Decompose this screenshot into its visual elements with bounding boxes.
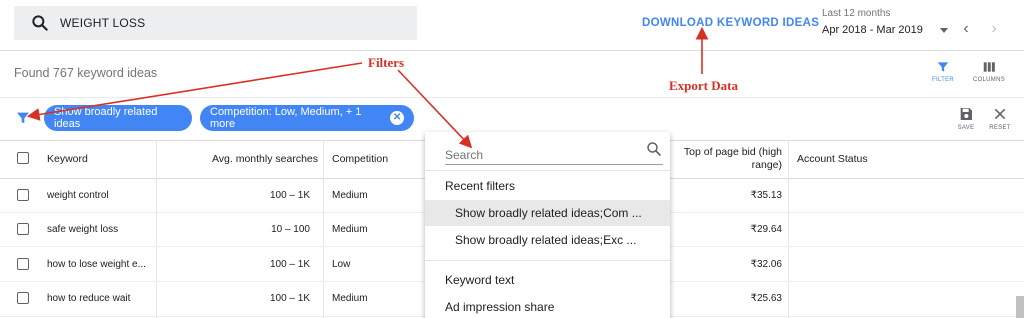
bid-cell: ₹35.13 — [750, 190, 782, 201]
filter-option-keyword-text[interactable]: Keyword text — [425, 267, 670, 293]
input-underline — [445, 164, 663, 165]
close-icon — [994, 108, 1006, 120]
divider — [0, 97, 1024, 98]
search-icon — [32, 15, 48, 31]
keyword-planner-screen: WEIGHT LOSS DOWNLOAD KEYWORD IDEAS Last … — [0, 0, 1024, 318]
keyword-cell: how to reduce wait — [47, 293, 131, 304]
row-checkbox[interactable] — [17, 223, 29, 235]
recent-filter-item[interactable]: Show broadly related ideas;Com ... — [425, 200, 670, 226]
filter-button[interactable]: FILTER — [928, 60, 958, 83]
save-icon — [960, 108, 972, 120]
search-icon[interactable] — [645, 140, 663, 158]
column-header-avg-searches[interactable]: Avg. monthly searches — [160, 140, 318, 178]
searches-cell: 10 – 100 — [271, 224, 310, 235]
results-count: Found 767 keyword ideas — [14, 66, 158, 80]
filter-search-input[interactable] — [445, 144, 655, 166]
keyword-cell: safe weight loss — [47, 224, 119, 235]
row-checkbox[interactable] — [17, 189, 29, 201]
row-checkbox[interactable] — [17, 292, 29, 304]
divider — [425, 260, 670, 261]
recent-filters-heading: Recent filters — [445, 179, 516, 193]
search-value: WEIGHT LOSS — [60, 16, 146, 30]
searches-cell: 100 – 1K — [269, 293, 310, 304]
bid-cell: ₹25.63 — [750, 293, 782, 304]
dropdown-arrow-icon[interactable] — [940, 28, 948, 33]
bid-cell: ₹32.06 — [750, 259, 782, 270]
column-header-competition[interactable]: Competition — [332, 140, 388, 178]
close-icon[interactable]: ✕ — [390, 111, 404, 125]
filter-option-ad-impression-share[interactable]: Ad impression share — [425, 294, 670, 318]
column-divider — [323, 140, 324, 318]
competition-cell: Medium — [332, 293, 368, 304]
reset-label: RESET — [989, 125, 1011, 131]
date-range-select[interactable]: Apr 2018 - Mar 2019 — [822, 24, 923, 36]
annotation-export-data: Export Data — [669, 78, 738, 93]
divider — [0, 50, 1024, 51]
filter-chip-broad-ideas[interactable]: Show broadly related ideas — [44, 105, 192, 131]
recent-filter-item[interactable]: Show broadly related ideas;Exc ... — [425, 227, 670, 253]
competition-cell: Medium — [332, 224, 368, 235]
divider — [425, 170, 670, 171]
download-keyword-ideas-link[interactable]: DOWNLOAD KEYWORD IDEAS — [642, 17, 819, 29]
filter-label: FILTER — [931, 77, 955, 83]
competition-cell: Medium — [332, 190, 368, 201]
columns-button[interactable]: COLUMNS — [970, 60, 1008, 83]
bid-cell: ₹29.64 — [750, 224, 782, 235]
scrollbar[interactable] — [1016, 296, 1024, 318]
date-range-label: Last 12 months — [822, 8, 891, 19]
keyword-search-box[interactable]: WEIGHT LOSS — [14, 6, 417, 40]
column-divider — [788, 140, 789, 318]
chevron-right-icon[interactable]: › — [986, 20, 1002, 38]
funnel-icon — [937, 62, 949, 72]
annotation-filters: Filters — [368, 55, 405, 70]
column-header-keyword[interactable]: Keyword — [47, 140, 88, 178]
column-header-account-status[interactable]: Account Status — [797, 140, 868, 178]
filter-funnel-icon[interactable] — [15, 110, 31, 126]
filter-dropdown-panel: Recent filters Show broadly related idea… — [425, 132, 670, 318]
chip-label: Show broadly related ideas — [54, 106, 158, 130]
reset-button[interactable]: RESET — [986, 106, 1014, 131]
select-all-checkbox[interactable] — [17, 152, 29, 164]
column-header-top-bid[interactable]: Top of page bid (high range) — [674, 140, 782, 178]
filter-chip-competition[interactable]: Competition: Low, Medium, + 1 more ✕ — [200, 105, 414, 131]
keyword-cell: how to lose weight e... — [47, 259, 146, 270]
column-divider — [156, 140, 157, 318]
competition-cell: Low — [332, 259, 351, 270]
save-button[interactable]: SAVE — [954, 106, 978, 131]
searches-cell: 100 – 1K — [269, 259, 310, 270]
save-label: SAVE — [957, 125, 975, 131]
keyword-cell: weight control — [47, 190, 109, 201]
columns-label: COLUMNS — [972, 77, 1006, 83]
chip-label: Competition: Low, Medium, + 1 more — [210, 106, 362, 130]
columns-icon — [983, 62, 995, 72]
row-checkbox[interactable] — [17, 258, 29, 270]
searches-cell: 100 – 1K — [269, 190, 310, 201]
chevron-left-icon[interactable]: ‹ — [958, 20, 974, 38]
